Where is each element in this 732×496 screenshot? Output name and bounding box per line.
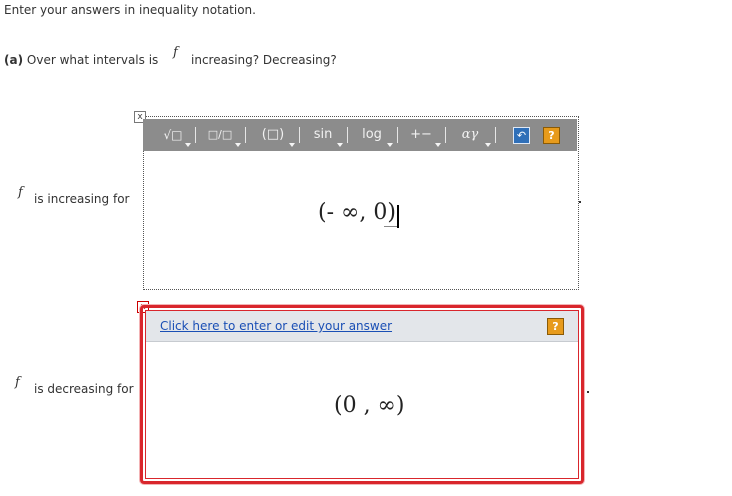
toolbar-divider [195, 127, 196, 143]
question-prefix: Over what intervals is [26, 53, 159, 67]
increasing-answer[interactable]: (- ∞, 0) [318, 200, 396, 225]
question-label: (a) [4, 53, 24, 67]
chevron-down-icon [485, 143, 491, 147]
chevron-down-icon [337, 143, 343, 147]
decreasing-answer[interactable]: (0 , ∞) [334, 393, 404, 418]
decreasing-label: is decreasing for [34, 382, 134, 396]
help-icon[interactable]: ? [547, 318, 564, 335]
chevron-down-icon [185, 143, 191, 147]
chevron-down-icon [235, 143, 241, 147]
toolbar-divider [495, 127, 496, 143]
text-cursor [397, 205, 399, 228]
edit-link-bar: Click here to enter or edit your answer … [146, 311, 578, 342]
parentheses-template-button[interactable]: (□) [251, 119, 295, 151]
greek-letters-button[interactable]: αγ [449, 119, 491, 151]
help-icon[interactable]: ? [543, 127, 560, 144]
operators-button[interactable]: +− [401, 119, 441, 151]
cursor-underline [384, 226, 398, 227]
math-toolbar: √□ □/□ (□) sin log +− αγ ↶ ? [143, 119, 577, 151]
toolbar-divider [397, 127, 398, 143]
fraction-template-button[interactable]: □/□ [199, 119, 241, 151]
sentence-period [587, 391, 589, 393]
chevron-down-icon [435, 143, 441, 147]
function-symbol: f [173, 45, 178, 60]
sentence-period [579, 201, 581, 203]
log-functions-button[interactable]: log [351, 119, 393, 151]
toolbar-divider [299, 127, 300, 143]
radical-template-button[interactable]: √□ [155, 119, 191, 151]
instruction-text: Enter your answers in inequality notatio… [4, 3, 256, 17]
toolbar-divider [245, 127, 246, 143]
toolbar-divider [445, 127, 446, 143]
edit-answer-link[interactable]: Click here to enter or edit your answer [160, 319, 392, 333]
trig-functions-button[interactable]: sin [303, 119, 343, 151]
question-text: (a) Over what intervals is [4, 53, 158, 67]
decreasing-function-symbol: f [15, 375, 20, 390]
increasing-function-symbol: f [18, 185, 23, 200]
increasing-label: is increasing for [34, 192, 130, 206]
undo-icon[interactable]: ↶ [513, 127, 530, 144]
chevron-down-icon [387, 143, 393, 147]
toolbar-divider [347, 127, 348, 143]
question-suffix: increasing? Decreasing? [191, 53, 337, 67]
chevron-down-icon [289, 143, 295, 147]
